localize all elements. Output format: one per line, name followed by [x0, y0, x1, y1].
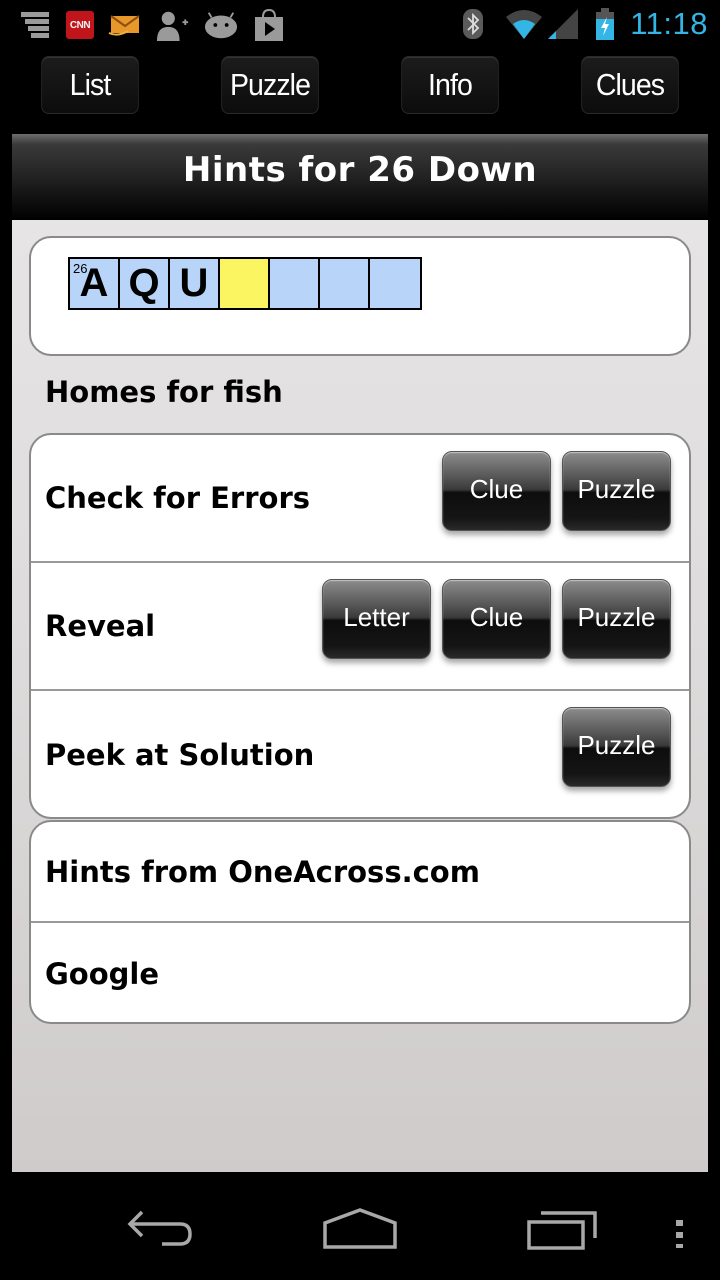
hints-card: Check for Errors Clue Puzzle Reveal Lett…: [29, 433, 691, 819]
external-hints-card: Hints from OneAcross.com Google: [29, 820, 691, 1024]
bluetooth-icon: [456, 7, 490, 41]
grid-cell[interactable]: [320, 259, 370, 308]
check-puzzle-button[interactable]: Puzzle: [562, 451, 671, 531]
grid-cell[interactable]: U: [170, 259, 220, 308]
google-label: Google: [45, 956, 160, 991]
nav-info-button[interactable]: Info: [401, 56, 499, 114]
notification-stack-icon: [18, 8, 52, 42]
grid-cell[interactable]: 26 A: [70, 259, 120, 308]
add-contact-icon: [156, 8, 190, 42]
clock: 11:18: [630, 6, 708, 41]
cell-letter: Q: [128, 261, 160, 305]
hints-panel: 26 A Q U Homes for fish Check for Errors…: [12, 220, 708, 1172]
google-link[interactable]: Google: [31, 923, 689, 1022]
word-grid-card: 26 A Q U: [29, 236, 691, 356]
overflow-menu-icon[interactable]: [674, 1208, 686, 1252]
mail-icon: [108, 8, 142, 42]
check-clue-button[interactable]: Clue: [442, 451, 551, 531]
check-errors-row: Check for Errors Clue Puzzle: [31, 435, 689, 563]
clue-text: Homes for fish: [45, 375, 283, 409]
reveal-label: Reveal: [45, 609, 156, 643]
peek-solution-label: Peek at Solution: [45, 738, 315, 772]
android-icon: [204, 8, 238, 42]
reveal-puzzle-button[interactable]: Puzzle: [562, 579, 671, 659]
cell-letter: U: [179, 261, 209, 305]
oneacross-link[interactable]: Hints from OneAcross.com: [31, 822, 689, 923]
nav-list-button[interactable]: List: [41, 56, 139, 114]
top-nav: List Puzzle Info Clues: [0, 54, 720, 116]
reveal-clue-button[interactable]: Clue: [442, 579, 551, 659]
reveal-row: Reveal Letter Clue Puzzle: [31, 563, 689, 691]
recent-apps-icon[interactable]: [526, 1208, 598, 1254]
status-bar: CNN 11:18: [0, 0, 720, 50]
page-title: Hints for 26 Down: [182, 150, 538, 190]
clue-number: 26: [73, 261, 88, 276]
grid-cell[interactable]: [270, 259, 320, 308]
home-icon[interactable]: [322, 1208, 398, 1254]
reveal-letter-button[interactable]: Letter: [322, 579, 431, 659]
check-errors-label: Check for Errors: [45, 481, 311, 515]
word-grid[interactable]: 26 A Q U: [68, 257, 422, 310]
nav-puzzle-button[interactable]: Puzzle: [221, 56, 319, 114]
grid-cell-active[interactable]: [220, 259, 270, 308]
wifi-icon: [504, 7, 580, 41]
peek-puzzle-button[interactable]: Puzzle: [562, 707, 671, 787]
system-nav-bar: [0, 1180, 720, 1280]
play-store-icon: [252, 8, 286, 42]
battery-charging-icon: [594, 7, 616, 41]
grid-cell[interactable]: [370, 259, 420, 308]
nav-clues-button[interactable]: Clues: [581, 56, 679, 114]
oneacross-label: Hints from OneAcross.com: [45, 854, 480, 889]
grid-cell[interactable]: Q: [120, 259, 170, 308]
back-icon[interactable]: [124, 1208, 196, 1252]
peek-solution-row: Peek at Solution Puzzle: [31, 691, 689, 817]
cnn-app-icon: CNN: [66, 11, 94, 39]
